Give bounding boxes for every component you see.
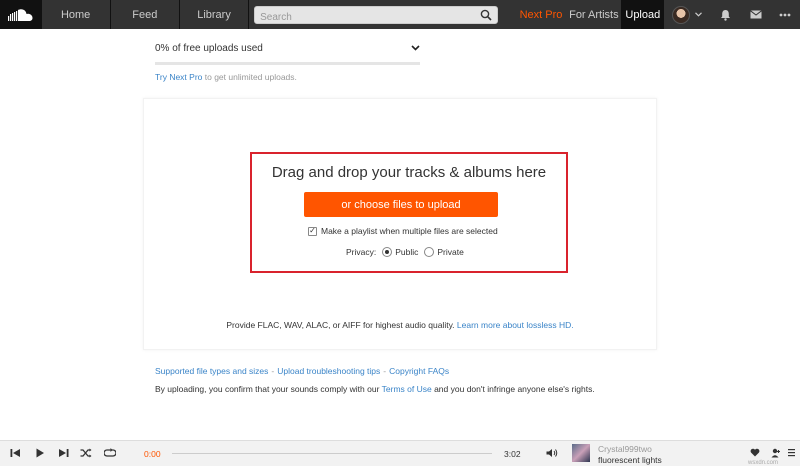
terms-prefix: By uploading, you confirm that your soun… bbox=[155, 384, 382, 394]
copyright-faqs-link[interactable]: Copyright FAQs bbox=[389, 366, 449, 376]
track-artist[interactable]: Crystal999two bbox=[598, 444, 652, 454]
privacy-private-label[interactable]: Private bbox=[437, 247, 463, 257]
nav-upload[interactable]: Upload bbox=[622, 0, 664, 29]
more-dots-icon bbox=[779, 13, 791, 16]
playlist-checkbox[interactable]: ✓ bbox=[308, 226, 317, 236]
search-container bbox=[249, 0, 501, 29]
skip-back-icon[interactable] bbox=[10, 448, 21, 458]
supported-file-types-link[interactable]: Supported file types and sizes bbox=[155, 366, 268, 376]
help-links: Supported file types and sizes - Upload tr… bbox=[155, 366, 449, 376]
search-input[interactable] bbox=[255, 9, 476, 25]
track-title[interactable]: fluorescent lights bbox=[598, 455, 662, 465]
playlist-checkbox-label: Make a playlist when multiple files are … bbox=[321, 226, 498, 236]
quality-text: Provide FLAC, WAV, ALAC, or AIFF for hig… bbox=[226, 320, 457, 330]
soundcloud-logo[interactable] bbox=[0, 0, 42, 29]
search-box bbox=[254, 5, 499, 25]
terms-notice: By uploading, you confirm that your soun… bbox=[155, 384, 595, 394]
progress-bar[interactable] bbox=[172, 453, 492, 454]
bell-icon bbox=[721, 9, 731, 21]
envelope-icon bbox=[749, 10, 762, 19]
quota-header[interactable]: 0% of free uploads used bbox=[155, 40, 420, 56]
try-next-pro-link[interactable]: Try Next Pro bbox=[155, 72, 202, 82]
notifications-button[interactable] bbox=[711, 0, 741, 29]
privacy-options: Privacy: Public Private bbox=[346, 247, 464, 257]
playlist-icon[interactable] bbox=[788, 448, 798, 457]
top-nav: Home Feed Library Next Pro For Artists U… bbox=[0, 0, 800, 29]
player-bar: 0:00 3:02 Crystal999two fluorescent ligh… bbox=[0, 440, 800, 466]
link-separator: - bbox=[271, 366, 275, 376]
current-time: 0:00 bbox=[144, 449, 161, 459]
quota-upsell-text: to get unlimited uploads. bbox=[202, 72, 297, 82]
quota-upsell: Try Next Pro to get unlimited uploads. bbox=[155, 72, 420, 82]
nav-for-artists[interactable]: For Artists bbox=[567, 0, 623, 29]
quality-note: Provide FLAC, WAV, ALAC, or AIFF for hig… bbox=[143, 320, 657, 330]
playlist-option[interactable]: ✓ Make a playlist when multiple files ar… bbox=[308, 226, 498, 236]
track-artwork[interactable] bbox=[572, 444, 590, 462]
nav-next-pro[interactable]: Next Pro bbox=[515, 0, 566, 29]
play-icon[interactable] bbox=[35, 448, 45, 458]
messages-button[interactable] bbox=[741, 0, 771, 29]
privacy-private-radio[interactable] bbox=[424, 247, 435, 257]
chevron-down-icon[interactable] bbox=[411, 45, 420, 51]
quota-progress-bar bbox=[155, 62, 420, 65]
search-icon[interactable] bbox=[480, 9, 492, 21]
repeat-icon[interactable] bbox=[104, 448, 116, 458]
skip-forward-icon[interactable] bbox=[58, 448, 69, 458]
terms-of-use-link[interactable]: Terms of Use bbox=[382, 384, 432, 394]
follow-user-icon[interactable] bbox=[771, 448, 781, 458]
choose-files-button[interactable]: or choose files to upload bbox=[304, 192, 498, 217]
quota-text: 0% of free uploads used bbox=[155, 42, 263, 54]
upload-quota: 0% of free uploads used Try Next Pro to … bbox=[155, 40, 420, 82]
terms-suffix: and you don't infringe anyone else's rig… bbox=[431, 384, 595, 394]
privacy-label: Privacy: bbox=[346, 247, 377, 257]
volume-icon[interactable] bbox=[546, 448, 558, 458]
drop-zone-title: Drag and drop your tracks & albums here bbox=[271, 164, 547, 181]
chevron-down-icon bbox=[695, 12, 703, 17]
link-separator: - bbox=[383, 366, 387, 376]
more-options-button[interactable] bbox=[770, 0, 800, 29]
privacy-public-radio[interactable] bbox=[382, 247, 393, 257]
watermark: wsxdn.com bbox=[748, 460, 779, 466]
nav-library[interactable]: Library bbox=[180, 0, 250, 29]
nav-feed[interactable]: Feed bbox=[111, 0, 180, 29]
track-duration: 3:02 bbox=[504, 449, 521, 459]
upload-troubleshooting-link[interactable]: Upload troubleshooting tips bbox=[277, 366, 380, 376]
heart-icon[interactable] bbox=[750, 448, 760, 457]
nav-home[interactable]: Home bbox=[42, 0, 111, 29]
shuffle-icon[interactable] bbox=[80, 448, 92, 458]
cloud-logo-icon bbox=[7, 8, 33, 21]
drop-zone[interactable]: Drag and drop your tracks & albums here … bbox=[250, 152, 568, 273]
avatar bbox=[672, 5, 691, 24]
lossless-hd-link[interactable]: Learn more about lossless HD. bbox=[457, 320, 574, 330]
privacy-public-label[interactable]: Public bbox=[395, 247, 418, 257]
user-menu[interactable] bbox=[664, 0, 711, 29]
